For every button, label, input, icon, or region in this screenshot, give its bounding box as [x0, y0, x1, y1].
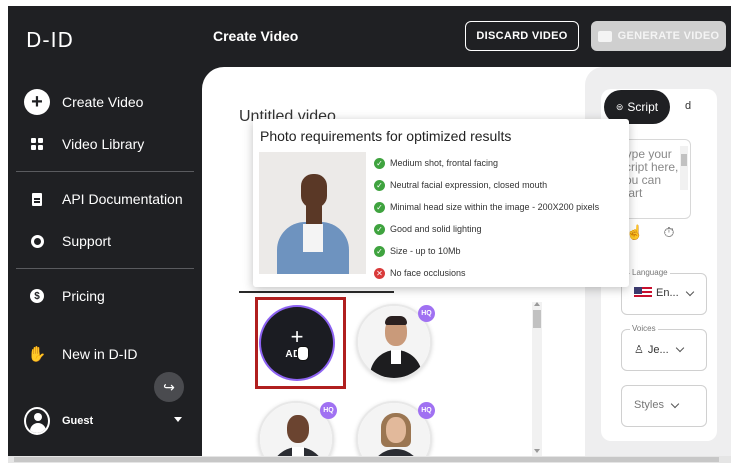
- sidebar-item-label: API Documentation: [62, 191, 183, 207]
- example-photo: [259, 152, 366, 274]
- voices-select[interactable]: Voices ♙ Je...: [621, 324, 707, 371]
- sidebar-divider: [16, 171, 194, 172]
- did-logo[interactable]: D-ID: [26, 28, 74, 52]
- hq-badge: HQ: [418, 402, 435, 419]
- scroll-down-icon[interactable]: [534, 449, 540, 453]
- tab-audio[interactable]: d: [685, 100, 691, 112]
- generate-video-button[interactable]: GENERATE VIDEO: [591, 21, 726, 51]
- user-name: Guest: [62, 415, 94, 427]
- scroll-thumb[interactable]: [533, 310, 541, 328]
- close-icon: ✕: [374, 267, 385, 279]
- requirement-item: ✓ Neutral facial expression, closed mouth: [374, 174, 599, 196]
- check-icon: ✓: [374, 179, 385, 191]
- language-select[interactable]: Language En...: [621, 268, 707, 315]
- sidebar-item-video-library[interactable]: Video Library: [24, 131, 144, 157]
- sidebar-item-label: New in D-ID: [62, 346, 138, 362]
- page-title: Create Video: [213, 28, 299, 44]
- sidebar-item-label: Support: [62, 233, 112, 249]
- sidebar-item-pricing[interactable]: $ Pricing: [24, 283, 105, 309]
- language-label: Language: [630, 268, 670, 277]
- hq-badge: HQ: [418, 305, 435, 322]
- dollar-icon: $: [24, 283, 50, 309]
- requirement-item: ✕ No face occlusions: [374, 262, 599, 284]
- requirement-item: ✓ Size - up to 10Mb: [374, 240, 599, 262]
- discard-video-button[interactable]: DISCARD VIDEO: [465, 21, 579, 51]
- script-tools: ☝ ⏱: [626, 224, 674, 241]
- requirement-item: ✓ Good and solid lighting: [374, 218, 599, 240]
- voice-person-icon: ♙: [634, 344, 644, 356]
- check-icon: ✓: [374, 245, 385, 257]
- hand-icon: ✋: [27, 346, 47, 363]
- photo-requirements-tooltip: Photo requirements for optimized results…: [253, 119, 629, 287]
- sidebar-item-label: Video Library: [62, 136, 145, 152]
- generate-video-label: GENERATE VIDEO: [617, 30, 720, 42]
- chevron-down-icon: [685, 287, 694, 296]
- sidebar-item-api-documentation[interactable]: API Documentation: [24, 186, 183, 212]
- chevron-down-icon[interactable]: [174, 417, 182, 422]
- us-flag-icon: [634, 287, 652, 299]
- check-icon: ✓: [374, 201, 385, 213]
- sidebar-item-support[interactable]: Support: [24, 228, 111, 254]
- script-icon: ⊜: [615, 101, 624, 112]
- voices-label: Voices: [630, 324, 658, 333]
- horizontal-scroll-thumb[interactable]: [14, 457, 719, 462]
- sidebar-item-create-video[interactable]: + Create Video: [24, 89, 143, 115]
- requirement-item: ✓ Minimal head size within the image - 20…: [374, 196, 599, 218]
- voices-value: Je...: [647, 343, 669, 356]
- timer-icon[interactable]: ⏱: [663, 224, 674, 241]
- avatar-list-scrollbar[interactable]: [532, 302, 542, 456]
- tab-underline: [239, 291, 394, 293]
- user-menu[interactable]: Guest: [24, 407, 94, 435]
- styles-label: Styles: [634, 399, 664, 411]
- chevron-down-icon: [670, 399, 680, 408]
- plus-circle-icon: +: [24, 89, 50, 115]
- plus-icon: +: [290, 323, 304, 349]
- sidebar-item-new-in-did[interactable]: ✋ New in D-ID: [24, 341, 138, 367]
- add-avatar-button[interactable]: + ADD: [261, 307, 333, 379]
- sidebar-item-label: Pricing: [62, 288, 105, 304]
- chevron-down-icon: [675, 343, 684, 353]
- share-icon[interactable]: ↪: [154, 372, 184, 402]
- sidebar-divider: [16, 268, 194, 269]
- video-icon: [597, 30, 612, 42]
- hq-badge: HQ: [320, 402, 337, 419]
- sidebar-item-label: Create Video: [62, 94, 144, 110]
- tooltip-title: Photo requirements for optimized results: [260, 128, 512, 144]
- check-icon: ✓: [374, 157, 385, 169]
- avatar: [24, 407, 50, 435]
- tab-script-label: Script: [627, 100, 659, 114]
- lifebuoy-icon: [24, 228, 50, 254]
- script-scrollbar[interactable]: [680, 146, 688, 190]
- requirements-list: ✓ Medium shot, frontal facing ✓ Neutral fa…: [374, 152, 599, 284]
- scroll-up-icon[interactable]: [534, 302, 540, 306]
- hand-cursor-icon: [297, 346, 309, 361]
- language-value: En...: [656, 287, 679, 299]
- grid-icon: [24, 131, 50, 157]
- document-icon: [24, 186, 50, 212]
- styles-select[interactable]: Styles: [621, 385, 707, 427]
- requirement-item: ✓ Medium shot, frontal facing: [374, 152, 599, 174]
- check-icon: ✓: [374, 223, 385, 235]
